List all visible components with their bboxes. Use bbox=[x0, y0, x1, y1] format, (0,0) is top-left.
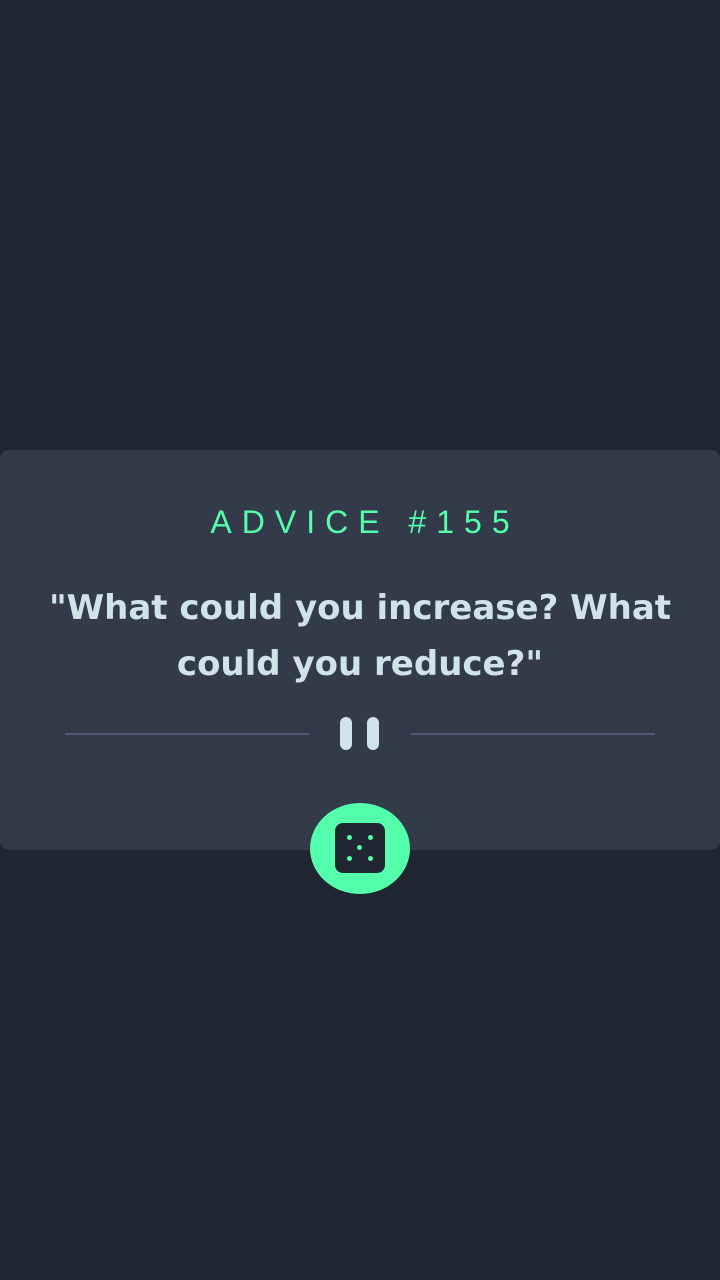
advice-id-heading: ADVICE #155 bbox=[210, 504, 520, 540]
dice-dot bbox=[368, 835, 373, 840]
pause-bar-right bbox=[367, 717, 379, 750]
divider-line-left bbox=[65, 733, 309, 735]
pause-icon bbox=[340, 717, 382, 750]
pause-bar-left bbox=[340, 717, 352, 750]
generate-advice-button[interactable] bbox=[310, 803, 410, 894]
dice-icon bbox=[335, 823, 385, 873]
dice-dot bbox=[357, 845, 362, 850]
dice-dot bbox=[368, 856, 373, 861]
advice-quote-text: "What could you increase? What could you… bbox=[48, 588, 672, 684]
dice-dot bbox=[347, 856, 352, 861]
dice-dot bbox=[347, 835, 352, 840]
divider-line-right bbox=[411, 733, 655, 735]
